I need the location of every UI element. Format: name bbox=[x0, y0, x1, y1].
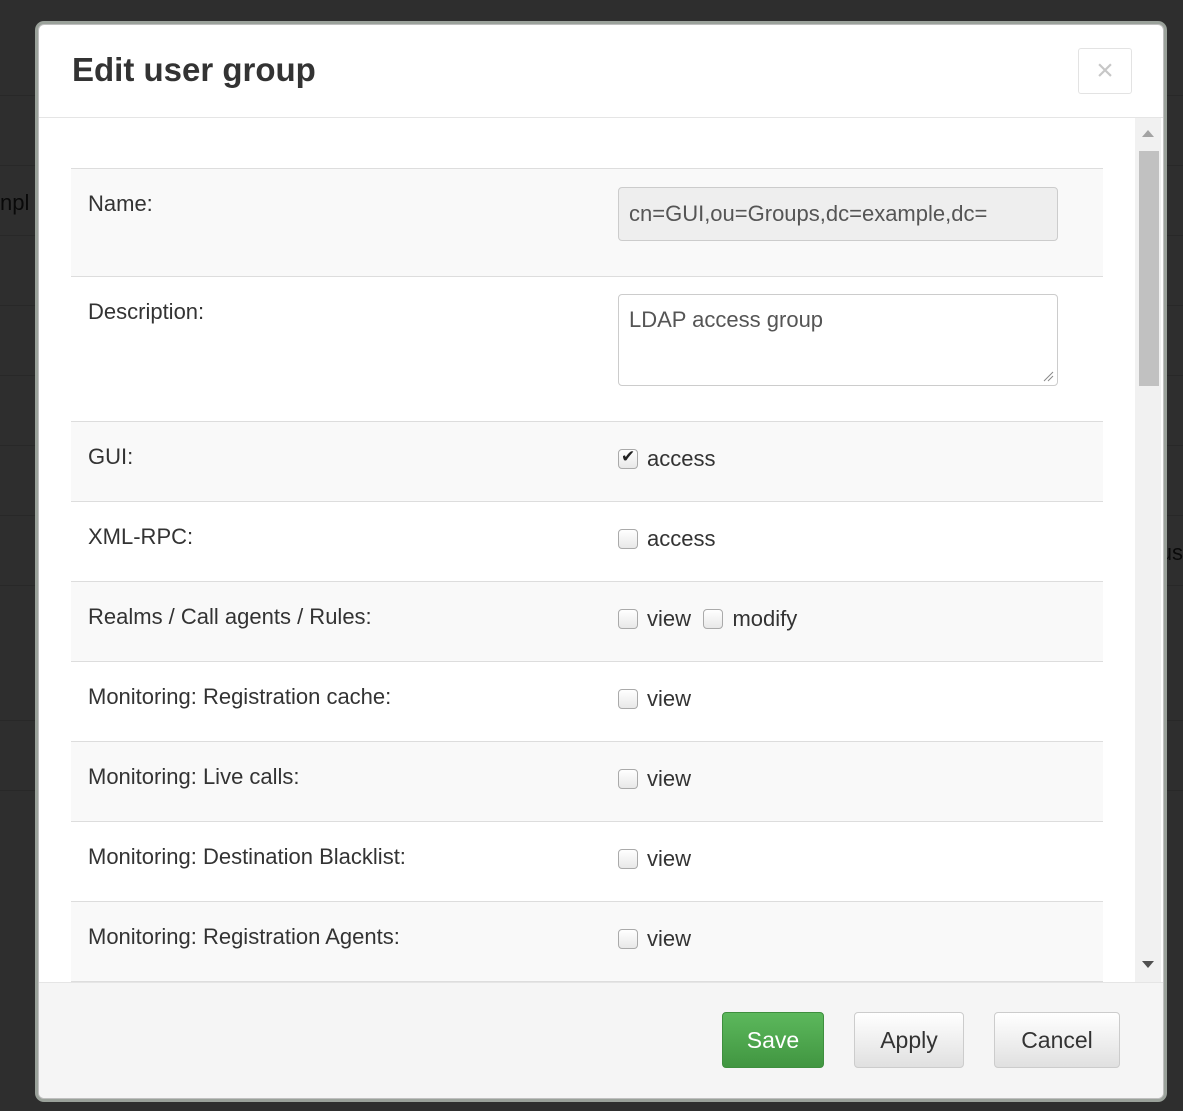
permission-row-gui: GUI: access bbox=[71, 422, 1103, 502]
realms-view-checkbox[interactable] bbox=[618, 609, 638, 629]
name-label: Name: bbox=[88, 191, 153, 216]
permission-label: Monitoring: Destination Blacklist: bbox=[88, 844, 406, 869]
option-label: view bbox=[647, 846, 692, 871]
name-input[interactable]: cn=GUI,ou=Groups,dc=example,dc= bbox=[618, 187, 1058, 241]
registration-cache-view-option[interactable]: view bbox=[618, 684, 691, 714]
permission-row-destination-blacklist: Monitoring: Destination Blacklist: view bbox=[71, 822, 1103, 902]
xml-rpc-access-checkbox[interactable] bbox=[618, 529, 638, 549]
permission-row-live-calls: Monitoring: Live calls: view bbox=[71, 742, 1103, 822]
permission-label: Monitoring: Registration cache: bbox=[88, 684, 392, 709]
permission-label: Realms / Call agents / Rules: bbox=[88, 604, 372, 629]
description-text: LDAP access group bbox=[629, 307, 824, 332]
gui-access-option[interactable]: access bbox=[618, 444, 715, 474]
xml-rpc-access-option[interactable]: access bbox=[618, 524, 715, 554]
registration-agents-view-option[interactable]: view bbox=[618, 924, 691, 954]
form-table: Name: cn=GUI,ou=Groups,dc=example,dc= De… bbox=[71, 168, 1103, 982]
permission-label: Monitoring: Live calls: bbox=[88, 764, 300, 789]
destination-blacklist-view-checkbox[interactable] bbox=[618, 849, 638, 869]
registration-cache-view-checkbox[interactable] bbox=[618, 689, 638, 709]
scroll-up-arrow-icon[interactable] bbox=[1142, 130, 1154, 137]
save-button[interactable]: Save bbox=[722, 1012, 824, 1068]
edit-user-group-dialog: Edit user group × Name: cn=GUI,ou=Groups… bbox=[38, 24, 1164, 1099]
registration-agents-view-checkbox[interactable] bbox=[618, 929, 638, 949]
close-button[interactable]: × bbox=[1078, 48, 1132, 94]
cancel-button[interactable]: Cancel bbox=[994, 1012, 1120, 1068]
option-label: access bbox=[647, 526, 716, 551]
option-label: view bbox=[647, 686, 692, 711]
option-label: modify bbox=[732, 606, 798, 631]
description-textarea[interactable]: LDAP access group bbox=[618, 294, 1058, 386]
realms-modify-option[interactable]: modify bbox=[703, 604, 797, 634]
permission-label: Monitoring: Registration Agents: bbox=[88, 924, 400, 949]
option-label: access bbox=[647, 446, 716, 471]
gui-access-checkbox[interactable] bbox=[618, 447, 638, 469]
description-row: Description: LDAP access group bbox=[71, 277, 1103, 422]
modal-header: Edit user group × bbox=[39, 25, 1163, 118]
permission-row-registration-agents: Monitoring: Registration Agents: view bbox=[71, 902, 1103, 982]
realms-modify-checkbox[interactable] bbox=[703, 609, 724, 629]
realms-view-option[interactable]: view bbox=[618, 604, 691, 634]
permission-row-registration-cache: Monitoring: Registration cache: view bbox=[71, 662, 1103, 742]
resize-grip-icon[interactable] bbox=[1042, 370, 1054, 382]
description-label: Description: bbox=[88, 299, 205, 324]
permission-label: XML-RPC: bbox=[88, 524, 194, 549]
option-label: view bbox=[647, 926, 692, 951]
option-label: view bbox=[647, 606, 692, 631]
scrollbar-thumb[interactable] bbox=[1139, 151, 1159, 386]
destination-blacklist-view-option[interactable]: view bbox=[618, 844, 691, 874]
permission-label: GUI: bbox=[88, 444, 134, 469]
apply-button[interactable]: Apply bbox=[854, 1012, 964, 1068]
scroll-down-arrow-icon[interactable] bbox=[1142, 961, 1154, 968]
modal-body[interactable]: Name: cn=GUI,ou=Groups,dc=example,dc= De… bbox=[39, 118, 1163, 982]
live-calls-view-checkbox[interactable] bbox=[618, 769, 638, 789]
modal-footer: Save Apply Cancel bbox=[39, 982, 1163, 1098]
modal-title: Edit user group bbox=[72, 51, 316, 88]
modal-scrollbar[interactable] bbox=[1135, 118, 1161, 982]
permission-row-realms: Realms / Call agents / Rules: view modif… bbox=[71, 582, 1103, 662]
live-calls-view-option[interactable]: view bbox=[618, 764, 691, 794]
option-label: view bbox=[647, 766, 692, 791]
close-icon: × bbox=[1096, 54, 1114, 87]
permission-row-xml-rpc: XML-RPC: access bbox=[71, 502, 1103, 582]
name-row: Name: cn=GUI,ou=Groups,dc=example,dc= bbox=[71, 169, 1103, 277]
